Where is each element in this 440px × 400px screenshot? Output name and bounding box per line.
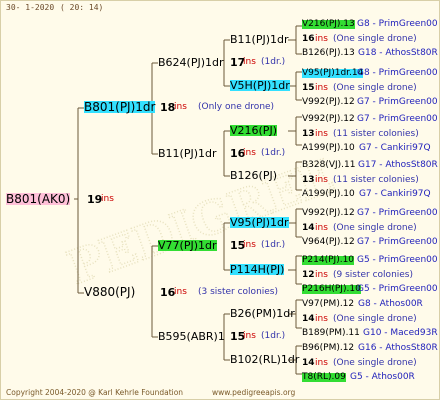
gen2-note: (1dr.)	[261, 331, 286, 341]
gen1-ins: ins	[174, 102, 187, 112]
gen4-mid-num: 14	[302, 314, 315, 324]
gen4-top-source: G7 - PrimGreen00	[357, 114, 438, 124]
gen4-mid-num: 12	[302, 270, 315, 280]
root-node-name: B801(AK0)	[6, 192, 71, 206]
gen4-mid-note: (One single drone)	[333, 314, 417, 324]
gen3-node-name: B102(RL)1dr	[230, 353, 300, 366]
gen2-note: (1dr.)	[261, 57, 286, 67]
gen4-mid-note: (One single drone)	[333, 223, 417, 233]
gen2-ins: ins	[243, 57, 256, 67]
gen4-top-name: P214(PJ).10	[302, 255, 355, 265]
watermark: PEDIGREE	[61, 149, 341, 295]
gen4-mid-ins: ins	[315, 175, 328, 185]
gen4-bot-name: V992(PJ).12	[302, 97, 355, 107]
gen4-top-source: G7 - PrimGreen00	[357, 208, 438, 218]
gen4-top-name: B328(VJ).11	[302, 160, 356, 170]
gen4-mid-note: (One single drone)	[333, 358, 417, 368]
footer-copyright: Copyright 2004-2020 @ Karl Kehrle Founda…	[6, 388, 184, 397]
gen4-bot-name: B189(PM).11	[302, 328, 360, 338]
gen2-ins: ins	[243, 240, 256, 250]
gen4-mid-ins: ins	[315, 83, 328, 93]
gen4-bot-source: G7 - Cankiri97Q	[359, 143, 431, 153]
gen4-bot-source: G10 - Maced93R	[363, 328, 438, 338]
gen3-node-name: V95(PJ)1dr	[230, 216, 289, 229]
gen4-bot-name: T8(RL).09	[302, 372, 346, 382]
gen4-mid-note: (11 sister colonies)	[333, 175, 419, 185]
footer-site: www.pedigreeapis.org	[212, 388, 296, 397]
gen4-bot-name: B126(PJ).13	[302, 48, 355, 58]
gen4-bot-source: G5 - Athos00R	[350, 372, 415, 382]
root-ins: ins	[101, 194, 114, 204]
gen4-mid-num: 13	[302, 129, 315, 139]
gen4-mid-note: (One single drone)	[333, 83, 417, 93]
gen4-mid-num: 14	[302, 358, 315, 368]
gen4-top-name: V216(PJ).13	[302, 19, 355, 29]
gen2-note: (1dr.)	[261, 240, 286, 250]
gen4-bot-source: G7 - Cankiri97Q	[359, 189, 431, 199]
gen2-node-name: B11(PJ)1dr	[158, 147, 217, 160]
gen4-top-name: B96(PM).12	[302, 343, 355, 353]
gen3-node-name: B11(PJ)1dr	[230, 33, 289, 46]
gen4-bot-source: G5 - PrimGreen00	[357, 284, 438, 294]
gen4-mid-note: (One single drone)	[333, 34, 417, 44]
gen1-note: (Only one drone)	[198, 102, 275, 112]
gen4-bot-name: A199(PJ).10	[302, 189, 355, 199]
gen4-mid-ins: ins	[315, 270, 328, 280]
gen4-mid-note: (11 sister colonies)	[333, 129, 419, 139]
gen4-mid-note: (9 sister colonies)	[333, 270, 414, 280]
header-time: ( 20: 14)	[60, 3, 104, 12]
gen3-node-name: P114H(PJ)	[230, 263, 285, 276]
gen2-node-name: B595(ABR)1	[158, 330, 225, 343]
gen3-node-name: V5H(PJ)1dr	[230, 79, 290, 92]
gen1-note: (3 sister colonies)	[198, 287, 279, 297]
gen4-mid-num: 16	[302, 34, 315, 44]
header-date: 30- 1-2020	[6, 3, 55, 12]
gen4-mid-ins: ins	[315, 314, 328, 324]
gen1-ins: ins	[174, 287, 187, 297]
gen4-bot-source: G7 - PrimGreen00	[357, 237, 438, 247]
gen4-bot-name: V964(PJ).12	[302, 237, 355, 247]
gen3-node-name: V216(PJ)	[230, 124, 277, 137]
gen2-ins: ins	[243, 148, 256, 158]
gen4-mid-num: 13	[302, 175, 315, 185]
gen4-mid-ins: ins	[315, 34, 328, 44]
gen4-mid-ins: ins	[315, 358, 328, 368]
gen4-top-source: G8 - PrimGreen00	[357, 19, 438, 29]
gen3-node-name: B26(PM)1dr	[230, 307, 295, 320]
gen1-node-name: V880(PJ)	[84, 285, 136, 299]
gen4-mid-ins: ins	[315, 223, 328, 233]
gen4-mid-num: 15	[302, 83, 315, 93]
gen4-mid-ins: ins	[315, 129, 328, 139]
gen4-bot-source: G7 - PrimGreen00	[357, 97, 438, 107]
gen2-note: (1dr.)	[261, 148, 286, 158]
gen2-node-name: V77(PJ)1dr	[158, 239, 217, 252]
gen2-ins: ins	[243, 331, 256, 341]
gen4-bot-name: A199(PJ).10	[302, 143, 355, 153]
gen2-node-name: B624(PJ)1dr	[158, 56, 224, 69]
gen4-top-source: G16 - AthosSt80R	[358, 343, 438, 353]
gen4-top-name: V95(PJ)1dr.14	[302, 68, 364, 78]
gen4-top-source: G8 - Athos00R	[358, 299, 423, 309]
gen4-mid-num: 14	[302, 223, 315, 233]
gen4-top-name: V992(PJ).12	[302, 114, 355, 124]
gen1-node-name: B801(PJ)1dr	[84, 100, 156, 114]
gen4-top-source: G5 - PrimGreen00	[357, 255, 438, 265]
gen4-top-source: G8 - PrimGreen00	[357, 68, 438, 78]
gen4-top-name: V992(PJ).12	[302, 208, 355, 218]
gen4-bot-name: P216H(PJ).10	[302, 284, 361, 294]
gen4-bot-source: G18 - AthosSt80R	[358, 48, 438, 58]
gen4-top-source: G17 - AthosSt80R	[358, 160, 438, 170]
gen4-top-name: V97(PM).12	[302, 299, 355, 309]
gen3-node-name: B126(PJ)	[230, 169, 278, 182]
